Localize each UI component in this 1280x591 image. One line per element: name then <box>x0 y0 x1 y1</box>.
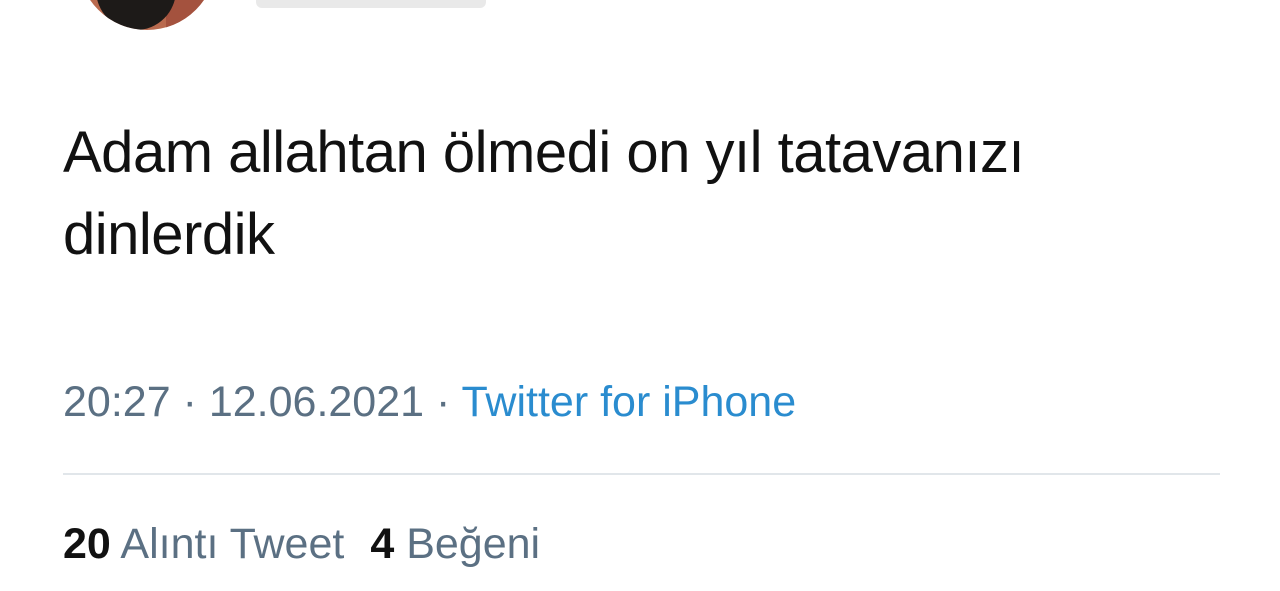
tweet-text-line-2: dinlerdik <box>63 202 275 267</box>
avatar-background <box>166 0 216 30</box>
tweet-stats: 20 Alıntı Tweet 4 Beğeni <box>63 514 540 574</box>
tweet-metadata: 20:27 · 12.06.2021 · Twitter for iPhone <box>63 372 796 432</box>
like-label: Beğeni <box>406 520 541 568</box>
tweet-text: Adam allahtan ölmedi on yıl tatavanızı di… <box>63 112 1213 276</box>
tweet-date[interactable]: 12.06.2021 <box>209 378 424 426</box>
quote-tweets-stat[interactable]: 20 Alıntı Tweet <box>63 520 344 568</box>
author-name-cropped[interactable] <box>256 0 486 8</box>
tweet-source-link[interactable]: Twitter for iPhone <box>462 378 797 426</box>
divider <box>63 473 1220 475</box>
likes-stat[interactable]: 4 Beğeni <box>370 520 540 568</box>
avatar[interactable] <box>78 0 216 30</box>
tweet-time[interactable]: 20:27 <box>63 378 171 426</box>
avatar-figure <box>96 0 176 30</box>
quote-count: 20 <box>63 520 111 568</box>
like-count: 4 <box>370 520 395 568</box>
separator-dot: · <box>436 378 451 426</box>
tweet-text-line-1: Adam allahtan ölmedi on yıl tatavanızı <box>63 120 1025 185</box>
separator-dot: · <box>182 378 197 426</box>
quote-label: Alıntı Tweet <box>120 520 345 568</box>
